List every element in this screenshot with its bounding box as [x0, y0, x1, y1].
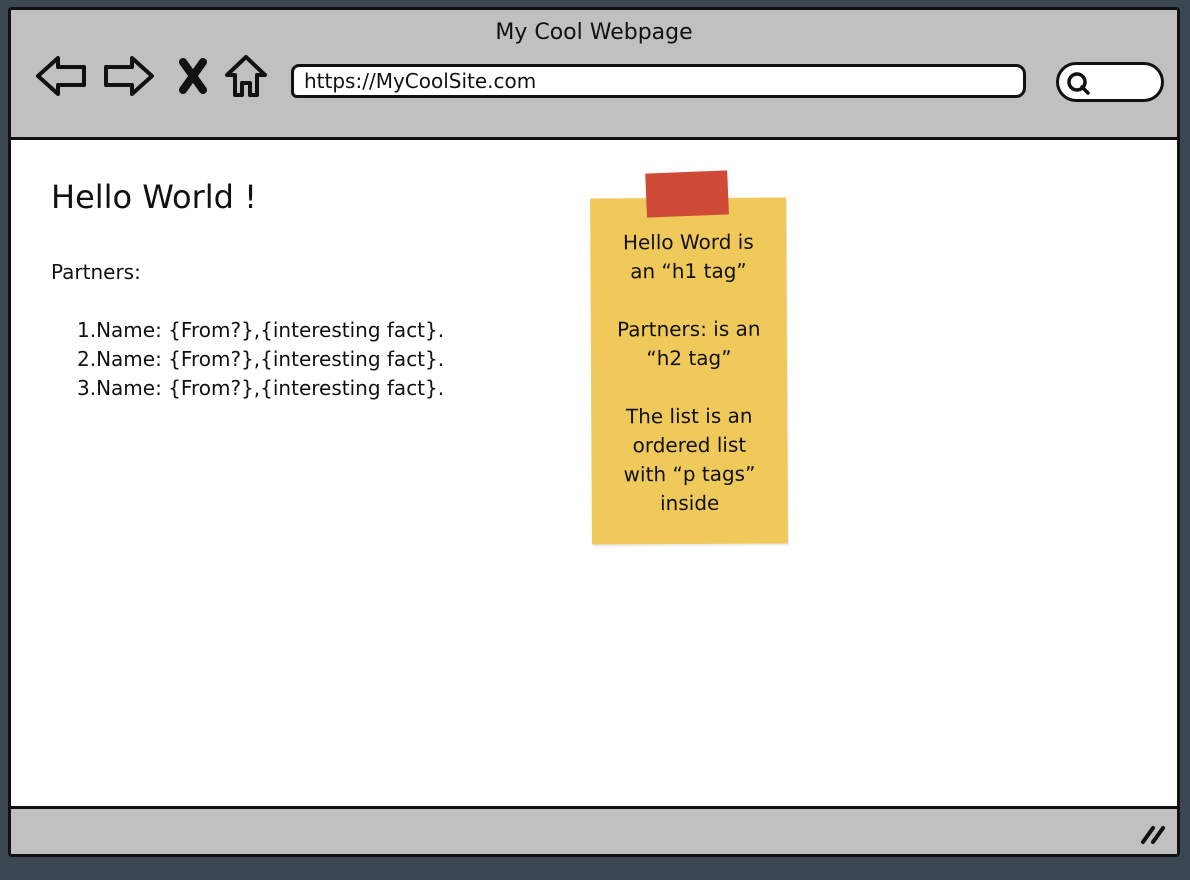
list-item: 2.Name: {From?},{interesting fact}. [77, 347, 445, 371]
sticky-note-text: Hello Word is an “h1 tag” Partners: is a… [616, 229, 761, 516]
search-input[interactable] [1056, 62, 1164, 102]
arrow-right-icon [104, 56, 154, 96]
partners-list: 1.Name: {From?},{interesting fact}. 2.Na… [77, 316, 444, 403]
browser-toolbar: My Cool Webpage https://MyCoolSite.com [11, 10, 1177, 140]
list-item: 3.Name: {From?},{interesting fact}. [77, 376, 445, 400]
sticky-note: Hello Word is an “h1 tag” Partners: is a… [590, 170, 788, 545]
stop-button[interactable] [173, 52, 213, 100]
window-title: My Cool Webpage [495, 20, 693, 45]
url-input[interactable]: https://MyCoolSite.com [291, 64, 1026, 98]
arrow-left-icon [36, 56, 86, 96]
home-icon [225, 55, 267, 97]
browser-window: My Cool Webpage https://MyCoolSite.com H… [8, 7, 1180, 857]
status-bar [11, 806, 1177, 854]
close-icon [179, 58, 207, 94]
resize-grip-icon[interactable] [1139, 822, 1167, 846]
back-button[interactable] [33, 52, 89, 100]
tape-strip [645, 170, 729, 218]
search-icon [1067, 72, 1090, 95]
list-item: 1.Name: {From?},{interesting fact}. [77, 318, 445, 342]
page-heading: Hello World ! [51, 178, 257, 216]
partners-heading: Partners: [51, 260, 141, 284]
forward-button[interactable] [99, 52, 159, 100]
home-button[interactable] [221, 52, 271, 100]
